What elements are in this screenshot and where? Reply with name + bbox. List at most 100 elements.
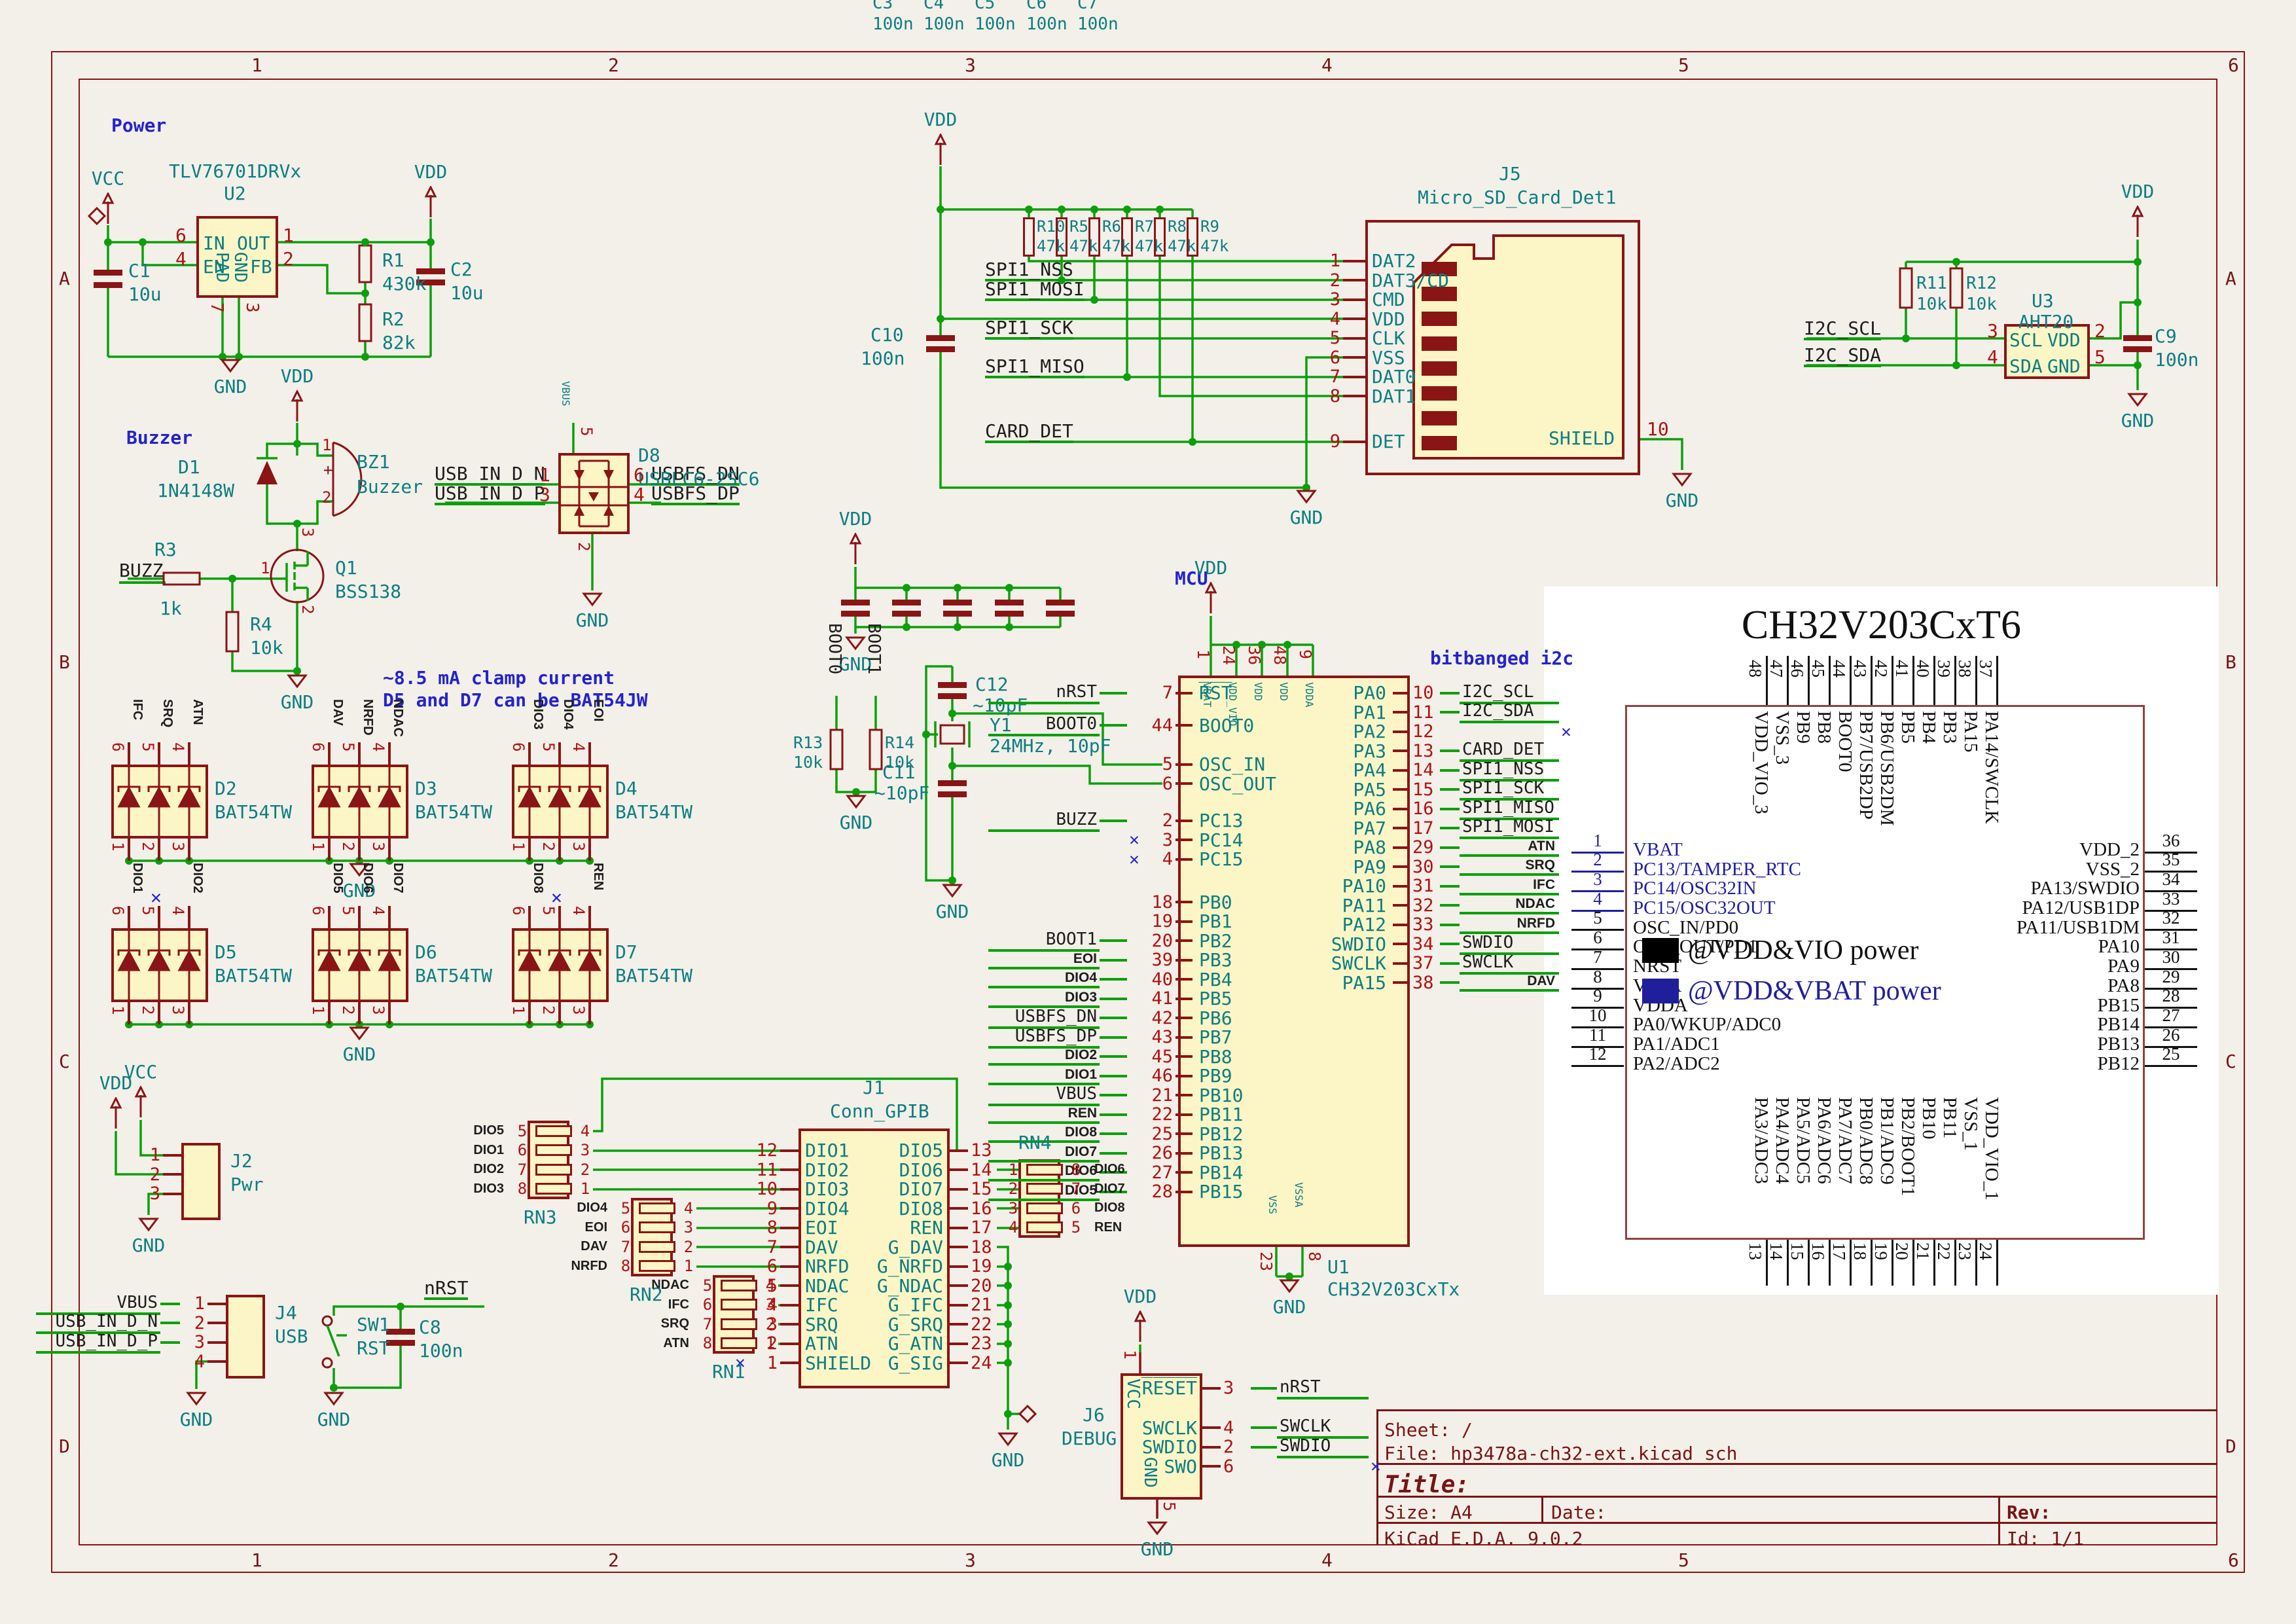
j6-ref: J6 bbox=[1083, 1406, 1105, 1424]
r13-ref: R13 bbox=[793, 734, 823, 751]
pin-net-label: BUZZ bbox=[988, 810, 1100, 832]
j5-pin: 8 DAT1 bbox=[1309, 387, 1509, 406]
rn2-ref: RN2 bbox=[630, 1286, 663, 1304]
j4-value: USB bbox=[275, 1327, 308, 1346]
u2-pin1-num: 1 bbox=[283, 226, 294, 245]
d8-pin5-num: 5 bbox=[579, 427, 594, 436]
power-net-label: VDD bbox=[264, 365, 330, 387]
diode-array[interactable]: 6 5 4 DIO3 DIO4 EOI 1 2 3 D4 BAT54TW bbox=[512, 765, 609, 839]
j1-pin-row: G_NRFD 19 bbox=[846, 1257, 997, 1276]
r3-ref: R3 bbox=[154, 541, 177, 559]
bz1-value: Buzzer bbox=[357, 478, 423, 496]
j6-pin1-num: 1 bbox=[1122, 1350, 1138, 1360]
pin-net-label: DIO4 bbox=[988, 970, 1100, 988]
diode-array[interactable]: 6 5 4 DIO5 DIO6 DIO7 1 2 3 D6 BAT54TW bbox=[312, 928, 408, 1002]
pin-net-label: ATN bbox=[1460, 839, 1559, 857]
bz1-plus: + bbox=[323, 462, 332, 478]
j4-pin: USB_IN_D_P 3 bbox=[36, 1333, 226, 1352]
pwr-connector-j2-body[interactable] bbox=[181, 1143, 221, 1220]
u1-pin24-num: 24 bbox=[1221, 645, 1237, 665]
u1-pin-row: REN 22 PB11 bbox=[988, 1105, 1479, 1125]
c1-value: 10u bbox=[128, 285, 162, 304]
net-label-boot0-vert: BOOT0 bbox=[826, 623, 843, 674]
q1-ref: Q1 bbox=[335, 559, 357, 577]
diode-array[interactable]: 6 5 4 DIO1 DIO2 ✕ 1 2 3 D5 BAT54TW bbox=[111, 928, 208, 1002]
u2-pin3-num: 3 bbox=[243, 302, 260, 313]
c11-value: ~10pF bbox=[874, 784, 929, 803]
u2-pin7-num: 7 bbox=[208, 302, 225, 313]
d8-pin1-num: 1 bbox=[539, 466, 550, 484]
net-label-spi1-miso: SPI1_MISO bbox=[985, 357, 1085, 378]
u1-ref: U1 bbox=[1327, 1258, 1350, 1276]
net-label-card-det: CARD_DET bbox=[985, 422, 1073, 443]
diode-array[interactable]: 6 5 4 DAV NRFD NDAC 1 2 3 D3 BAT54TW bbox=[312, 765, 408, 839]
power-net-label: VDD bbox=[2105, 181, 2170, 202]
usb-connector-j4-body[interactable] bbox=[226, 1295, 265, 1379]
u3-pin-sda: SDA bbox=[2009, 357, 2043, 376]
pin-net-label: nRST bbox=[988, 682, 1100, 704]
gnd-label: GND bbox=[268, 691, 327, 713]
r12-value: 10k bbox=[1966, 296, 1997, 313]
rn-element: 3 6 DIO8 bbox=[936, 1199, 1153, 1218]
j6-pin-row: 6 SWO ✕ bbox=[1130, 1457, 1383, 1477]
sw1-ref: SW1 bbox=[357, 1316, 390, 1334]
rn-element: NRFD8 1 bbox=[548, 1257, 766, 1276]
r4-value: 10k bbox=[250, 639, 283, 657]
j5-pin: 3 CMD bbox=[1309, 290, 1509, 310]
r14-ref: R14 bbox=[885, 734, 914, 751]
r2-value: 82k bbox=[382, 334, 416, 352]
rn-element: 1 8 DIO6 bbox=[936, 1160, 1153, 1180]
rn2-rows: DIO45 4 EOI6 3 DAV7 2 NRFD8 1 bbox=[548, 1199, 766, 1276]
u2-pin4-num: 4 bbox=[175, 250, 187, 268]
kicad-schematic-page: 1 2 3 4 5 6 1 2 3 4 5 6 A B C D A B C D … bbox=[0, 0, 2296, 1624]
net-label-nrst: nRST bbox=[424, 1279, 468, 1300]
diode-array[interactable]: 6 5 4 DIO8 REN ✕ 1 2 3 D7 BAT54TW bbox=[512, 928, 609, 1002]
c1-ref: C1 bbox=[128, 262, 151, 280]
u1-pin-row: SPI1_NSS 14 PA4 bbox=[1272, 761, 1573, 780]
r11-value: 10k bbox=[1916, 296, 1947, 313]
u2-pin-in: IN bbox=[203, 234, 225, 253]
c8-ref: C8 bbox=[419, 1318, 441, 1337]
u1-right-pins: I2C_SCL 10 PA0 I2C_SDA 11 PA1 12 bbox=[1272, 683, 1573, 992]
rn4-ref: RN4 bbox=[1018, 1134, 1052, 1152]
j5-value: Micro_SD_Card_Det1 bbox=[1418, 189, 1616, 207]
u1-pin-row: SPI1_SCK 15 PA5 bbox=[1272, 780, 1573, 800]
c2-value: 10u bbox=[450, 284, 484, 302]
u1-pin1-num: 1 bbox=[1195, 649, 1211, 659]
u1-pin-row: ATN 29 PA8 bbox=[1272, 838, 1573, 857]
j5-pin: 4 VDD bbox=[1309, 310, 1509, 329]
rn-element: DAV7 2 bbox=[548, 1237, 766, 1257]
gnd-label: GND bbox=[167, 1409, 226, 1430]
power-net-label: VCC bbox=[75, 168, 141, 189]
j1-pin-row: G_NDAC 20 bbox=[846, 1276, 997, 1296]
u3-pin3-num: 3 bbox=[1987, 322, 1998, 340]
bz1-pin2-num: 2 bbox=[322, 490, 331, 505]
u3-pin-vdd: VDD bbox=[2047, 331, 2081, 350]
r1-ref: R1 bbox=[382, 251, 404, 270]
diode-array[interactable]: 6 5 4 IFC SRQ ATN 1 2 3 D2 BAT54TW bbox=[111, 765, 208, 839]
c8-value: 100n bbox=[419, 1342, 463, 1360]
u1-pin-row: VBUS 21 PB10 bbox=[988, 1086, 1479, 1106]
rn-element: IFC6 3 bbox=[630, 1295, 848, 1315]
pin-net-label: DIO1 bbox=[988, 1067, 1100, 1085]
u1-pin-row: SWDIO 34 SWDIO bbox=[1272, 935, 1573, 954]
u1-pin9-num: 9 bbox=[1297, 649, 1314, 659]
u3-ref: U3 bbox=[2032, 292, 2054, 310]
gnd-label: GND bbox=[1260, 1296, 1319, 1318]
j6-pin5-num: 5 bbox=[1161, 1502, 1177, 1511]
q1-value: BSS138 bbox=[335, 583, 401, 601]
j1-pin-row: G_ATN 23 bbox=[846, 1334, 997, 1354]
usblc6-d8-body[interactable] bbox=[558, 453, 630, 534]
pin-net-label: DAV bbox=[1460, 973, 1559, 992]
net-label-boot1-vert: BOOT1 bbox=[865, 623, 882, 674]
pin-net-label: SRQ bbox=[1460, 857, 1559, 876]
bz1-ref: BZ1 bbox=[357, 453, 390, 471]
u3-pin2-num: 2 bbox=[2094, 322, 2106, 340]
rn-element: SRQ7 2 bbox=[630, 1314, 848, 1334]
r11-ref: R11 bbox=[1916, 275, 1947, 292]
pin-net-label: EOI bbox=[988, 951, 1100, 969]
q1-pin3-num: 3 bbox=[300, 528, 315, 537]
u1-pin-row: USBFS_DN 42 PB6 bbox=[988, 1009, 1479, 1028]
j5-pin: 7 DAT0 bbox=[1309, 367, 1509, 387]
pin-net-label: REN bbox=[988, 1106, 1100, 1124]
